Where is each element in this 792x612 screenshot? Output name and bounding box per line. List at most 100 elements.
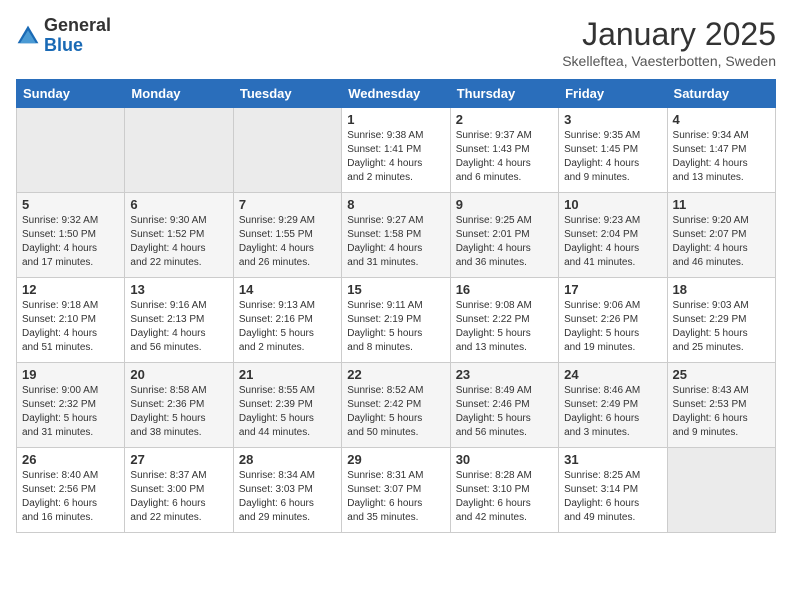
day-number: 15 [347,282,444,297]
calendar-cell: 1 Sunrise: 9:38 AM Sunset: 1:41 PM Daylig… [342,108,450,193]
calendar-cell: 11 Sunrise: 9:20 AM Sunset: 2:07 PM Dayli… [667,193,775,278]
day-info: Sunrise: 9:20 AM Sunset: 2:07 PM Dayligh… [673,214,770,270]
day-info: Sunrise: 8:25 AM Sunset: 3:14 PM Dayligh… [564,469,661,525]
day-number: 29 [347,452,444,467]
day-info: Sunrise: 9:16 AM Sunset: 2:13 PM Dayligh… [130,299,227,355]
calendar-week-row: 1 Sunrise: 9:38 AM Sunset: 1:41 PM Daylig… [17,108,776,193]
day-info: Sunrise: 8:37 AM Sunset: 3:00 PM Dayligh… [130,469,227,525]
day-info: Sunrise: 8:49 AM Sunset: 2:46 PM Dayligh… [456,384,553,440]
day-number: 28 [239,452,336,467]
day-info: Sunrise: 9:00 AM Sunset: 2:32 PM Dayligh… [22,384,119,440]
calendar-cell: 9 Sunrise: 9:25 AM Sunset: 2:01 PM Daylig… [450,193,558,278]
day-info: Sunrise: 8:58 AM Sunset: 2:36 PM Dayligh… [130,384,227,440]
page-header: General Blue January 2025 Skelleftea, Va… [16,16,776,69]
day-number: 9 [456,197,553,212]
weekday-header-friday: Friday [559,80,667,108]
calendar-cell: 23Sunrise: 8:49 AM Sunset: 2:46 PM Dayli… [450,363,558,448]
day-info: Sunrise: 9:37 AM Sunset: 1:43 PM Dayligh… [456,129,553,185]
day-info: Sunrise: 8:46 AM Sunset: 2:49 PM Dayligh… [564,384,661,440]
day-number: 20 [130,367,227,382]
calendar-cell: 16 Sunrise: 9:08 AM Sunset: 2:22 PM Dayli… [450,278,558,363]
calendar-cell [125,108,233,193]
day-number: 11 [673,197,770,212]
day-number: 5 [22,197,119,212]
calendar-cell: 21Sunrise: 8:55 AM Sunset: 2:39 PM Dayli… [233,363,341,448]
calendar-cell [17,108,125,193]
day-info: Sunrise: 9:11 AM Sunset: 2:19 PM Dayligh… [347,299,444,355]
day-info: Sunrise: 9:27 AM Sunset: 1:58 PM Dayligh… [347,214,444,270]
weekday-header-monday: Monday [125,80,233,108]
calendar-cell: 6 Sunrise: 9:30 AM Sunset: 1:52 PM Daylig… [125,193,233,278]
calendar-cell: 10 Sunrise: 9:23 AM Sunset: 2:04 PM Dayli… [559,193,667,278]
calendar-week-row: 5 Sunrise: 9:32 AM Sunset: 1:50 PM Daylig… [17,193,776,278]
day-info: Sunrise: 9:23 AM Sunset: 2:04 PM Dayligh… [564,214,661,270]
day-info: Sunrise: 9:18 AM Sunset: 2:10 PM Dayligh… [22,299,119,355]
day-number: 22 [347,367,444,382]
day-number: 10 [564,197,661,212]
calendar-cell: 2 Sunrise: 9:37 AM Sunset: 1:43 PM Daylig… [450,108,558,193]
day-info: Sunrise: 9:29 AM Sunset: 1:55 PM Dayligh… [239,214,336,270]
day-number: 2 [456,112,553,127]
day-info: Sunrise: 8:52 AM Sunset: 2:42 PM Dayligh… [347,384,444,440]
day-number: 17 [564,282,661,297]
calendar-cell: 17 Sunrise: 9:06 AM Sunset: 2:26 PM Dayli… [559,278,667,363]
weekday-header-thursday: Thursday [450,80,558,108]
day-info: Sunrise: 9:25 AM Sunset: 2:01 PM Dayligh… [456,214,553,270]
calendar-cell: 29 Sunrise: 8:31 AM Sunset: 3:07 PM Dayli… [342,448,450,533]
day-info: Sunrise: 9:03 AM Sunset: 2:29 PM Dayligh… [673,299,770,355]
day-number: 27 [130,452,227,467]
day-info: Sunrise: 9:30 AM Sunset: 1:52 PM Dayligh… [130,214,227,270]
calendar-cell: 28 Sunrise: 8:34 AM Sunset: 3:03 PM Dayli… [233,448,341,533]
calendar-cell: 26 Sunrise: 8:40 AM Sunset: 2:56 PM Dayli… [17,448,125,533]
day-number: 19 [22,367,119,382]
logo-icon [16,24,40,48]
logo: General Blue [16,16,111,56]
day-number: 3 [564,112,661,127]
day-number: 25 [673,367,770,382]
day-number: 24 [564,367,661,382]
day-info: Sunrise: 9:32 AM Sunset: 1:50 PM Dayligh… [22,214,119,270]
day-number: 26 [22,452,119,467]
calendar-title: January 2025 [562,16,776,53]
day-info: Sunrise: 8:28 AM Sunset: 3:10 PM Dayligh… [456,469,553,525]
day-info: Sunrise: 9:13 AM Sunset: 2:16 PM Dayligh… [239,299,336,355]
day-number: 8 [347,197,444,212]
calendar-subtitle: Skelleftea, Vaesterbotten, Sweden [562,53,776,69]
calendar-week-row: 12 Sunrise: 9:18 AM Sunset: 2:10 PM Dayli… [17,278,776,363]
calendar-cell: 7 Sunrise: 9:29 AM Sunset: 1:55 PM Daylig… [233,193,341,278]
calendar-cell: 12 Sunrise: 9:18 AM Sunset: 2:10 PM Dayli… [17,278,125,363]
calendar-cell: 19 Sunrise: 9:00 AM Sunset: 2:32 PM Dayli… [17,363,125,448]
calendar-cell: 25 Sunrise: 8:43 AM Sunset: 2:53 PM Dayli… [667,363,775,448]
calendar-cell: 20 Sunrise: 8:58 AM Sunset: 2:36 PM Dayli… [125,363,233,448]
day-info: Sunrise: 9:08 AM Sunset: 2:22 PM Dayligh… [456,299,553,355]
day-number: 14 [239,282,336,297]
day-number: 7 [239,197,336,212]
day-number: 12 [22,282,119,297]
logo-blue: Blue [44,36,111,56]
weekday-header-row: SundayMondayTuesdayWednesdayThursdayFrid… [17,80,776,108]
day-number: 31 [564,452,661,467]
calendar-week-row: 26 Sunrise: 8:40 AM Sunset: 2:56 PM Dayli… [17,448,776,533]
day-info: Sunrise: 9:06 AM Sunset: 2:26 PM Dayligh… [564,299,661,355]
calendar-week-row: 19 Sunrise: 9:00 AM Sunset: 2:32 PM Dayli… [17,363,776,448]
calendar-cell: 13 Sunrise: 9:16 AM Sunset: 2:13 PM Dayli… [125,278,233,363]
day-info: Sunrise: 8:40 AM Sunset: 2:56 PM Dayligh… [22,469,119,525]
day-number: 30 [456,452,553,467]
day-info: Sunrise: 8:43 AM Sunset: 2:53 PM Dayligh… [673,384,770,440]
day-number: 18 [673,282,770,297]
day-info: Sunrise: 8:55 AM Sunset: 2:39 PM Dayligh… [239,384,336,440]
day-number: 16 [456,282,553,297]
day-info: Sunrise: 9:34 AM Sunset: 1:47 PM Dayligh… [673,129,770,185]
weekday-header-wednesday: Wednesday [342,80,450,108]
day-number: 6 [130,197,227,212]
day-number: 13 [130,282,227,297]
day-info: Sunrise: 8:31 AM Sunset: 3:07 PM Dayligh… [347,469,444,525]
weekday-header-sunday: Sunday [17,80,125,108]
calendar-cell: 18 Sunrise: 9:03 AM Sunset: 2:29 PM Dayli… [667,278,775,363]
calendar-cell: 8 Sunrise: 9:27 AM Sunset: 1:58 PM Daylig… [342,193,450,278]
day-info: Sunrise: 8:34 AM Sunset: 3:03 PM Dayligh… [239,469,336,525]
logo-text: General Blue [44,16,111,56]
day-info: Sunrise: 9:38 AM Sunset: 1:41 PM Dayligh… [347,129,444,185]
day-number: 1 [347,112,444,127]
logo-general: General [44,16,111,36]
